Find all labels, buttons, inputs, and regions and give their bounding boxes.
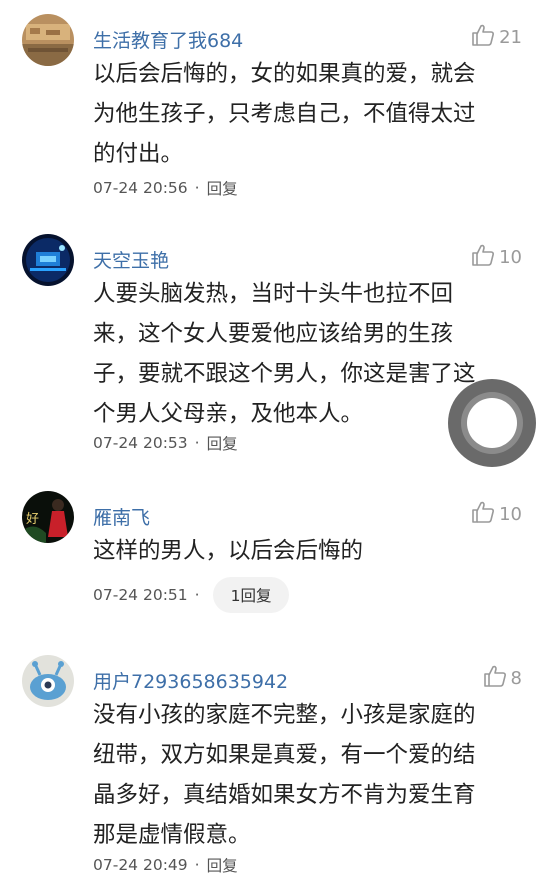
like-count: 10 (499, 246, 522, 268)
comment-meta: 07-24 20:49 · 回复 (93, 854, 238, 876)
avatar[interactable]: 好 (22, 491, 74, 543)
comment-line: 这样的男人，以后会后悔的 (93, 538, 364, 564)
comment-line: 晶多好，真结婚如果女方不肯为爱生育 (93, 782, 476, 808)
username[interactable]: 雁南飞 (93, 503, 150, 530)
reply-button[interactable]: 回复 (207, 432, 238, 454)
like-button[interactable]: 10 (471, 501, 522, 527)
separator: · (194, 856, 200, 874)
comment-line: 来，这个女人要爱他应该给男的生孩 (93, 321, 454, 347)
username[interactable]: 天空玉艳 (93, 246, 169, 273)
thumbs-up-icon (471, 243, 495, 271)
like-count: 10 (499, 503, 522, 525)
comment-line: 纽带，双方如果是真爱，有一个爱的结 (93, 742, 476, 768)
comment-line: 为他生孩子，只考虑自己，不值得太过 (93, 101, 476, 127)
comment-meta: 07-24 20:51 · 1回复 (93, 577, 290, 613)
username[interactable]: 用户7293658635942 (93, 667, 288, 694)
comment-item: 生活教育了我684 21 以后会后悔的，女的如果真的爱，就会 为他生孩子，只考虑… (0, 14, 550, 204)
like-button[interactable]: 8 (483, 665, 522, 691)
comment-meta: 07-24 20:56 · 回复 (93, 177, 238, 199)
like-button[interactable]: 10 (471, 244, 522, 270)
separator: · (194, 586, 200, 604)
like-button[interactable]: 21 (471, 24, 522, 50)
avatar-text: 好 (26, 512, 39, 527)
comment-line: 那是虚情假意。 (93, 822, 251, 848)
like-count: 21 (499, 26, 522, 48)
comment-item: 用户7293658635942 8 没有小孩的家庭不完整，小孩是家庭的 纽带，双… (0, 655, 550, 885)
avatar[interactable] (22, 234, 74, 286)
username[interactable]: 生活教育了我684 (93, 26, 243, 53)
floating-circle-button[interactable] (448, 379, 536, 467)
separator: · (194, 179, 200, 197)
avatar[interactable] (22, 655, 74, 707)
thumbs-up-icon (471, 500, 495, 528)
comment-text: 以后会后悔的，女的如果真的爱，就会 为他生孩子，只考虑自己，不值得太过 的付出。 (93, 54, 533, 174)
comment-line: 的付出。 (93, 141, 184, 167)
timestamp: 07-24 20:49 (93, 856, 188, 874)
comment-line: 人要头脑发热，当时十头牛也拉不回 (93, 281, 454, 307)
timestamp: 07-24 20:53 (93, 434, 188, 452)
comment-item: 好 雁南飞 10 这样的男人，以后会后悔的 07-24 20:51 · 1回复 (0, 491, 550, 621)
reply-button[interactable]: 回复 (207, 177, 238, 199)
reply-button[interactable]: 回复 (207, 854, 238, 876)
separator: · (194, 434, 200, 452)
like-count: 8 (510, 667, 522, 689)
floating-button-inner (467, 398, 517, 448)
avatar[interactable] (22, 14, 74, 66)
reply-count-button[interactable]: 1回复 (212, 577, 290, 613)
comment-text: 没有小孩的家庭不完整，小孩是家庭的 纽带，双方如果是真爱，有一个爱的结 晶多好，… (93, 695, 533, 855)
thumbs-up-icon (483, 664, 507, 692)
timestamp: 07-24 20:51 (93, 586, 188, 604)
thumbs-up-icon (471, 23, 495, 51)
comment-text: 这样的男人，以后会后悔的 (93, 531, 533, 571)
timestamp: 07-24 20:56 (93, 179, 188, 197)
comment-line: 以后会后悔的，女的如果真的爱，就会 (93, 61, 476, 87)
comment-meta: 07-24 20:53 · 回复 (93, 432, 238, 454)
comment-line: 没有小孩的家庭不完整，小孩是家庭的 (93, 702, 476, 728)
